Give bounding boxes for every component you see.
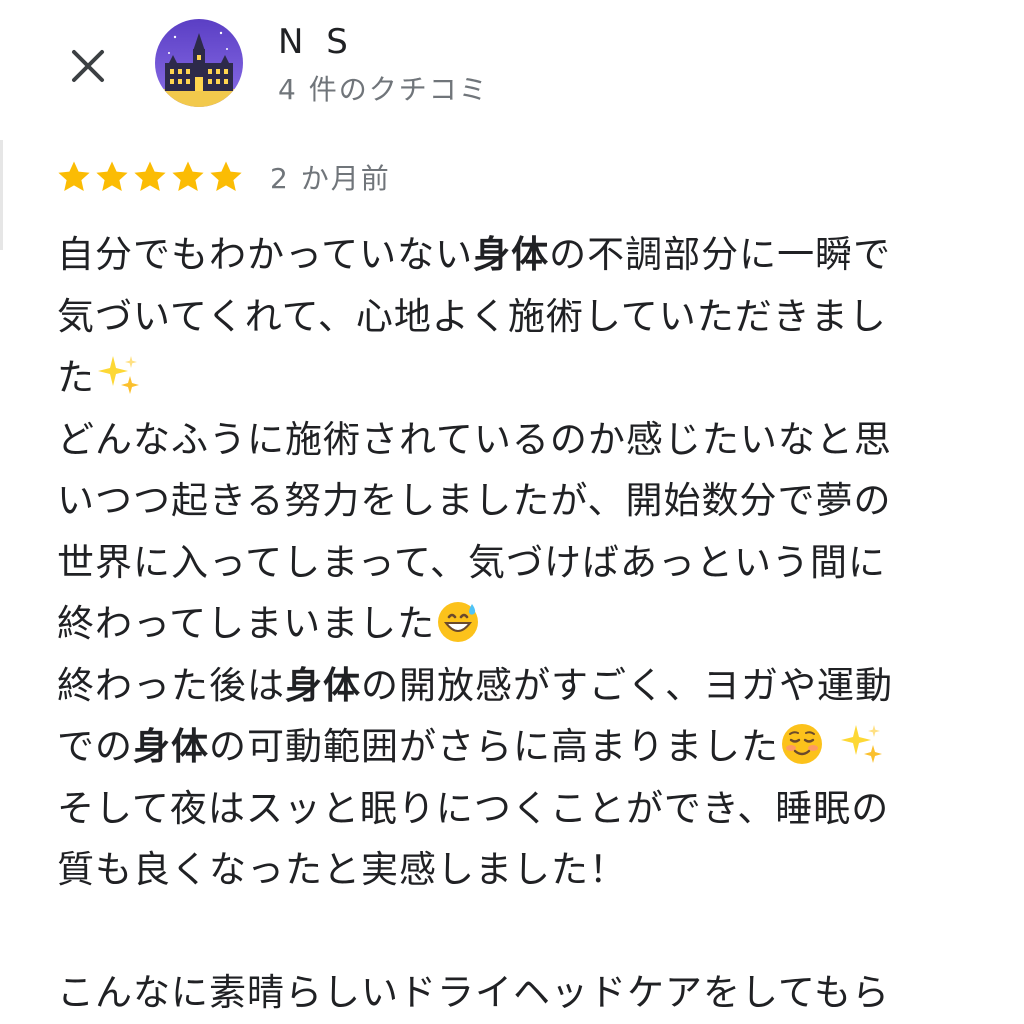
review-line: 気づいてくれて、心地よく施術していただきまし	[57, 286, 977, 348]
review-text-segment: の可動範囲がさらに高まりました	[209, 725, 779, 768]
review-text-segment: た	[57, 356, 95, 399]
bold-keyword: 身体	[285, 663, 361, 707]
star-icon	[170, 159, 206, 195]
review-text-segment: 終わった後は	[57, 663, 285, 707]
review-text-segment: どんなふうに施術されているのか感じたいなと思	[57, 417, 892, 461]
review-text-segment: 終わってしまいました	[57, 602, 436, 645]
rating-row: 2 か月前	[56, 155, 391, 199]
avatar[interactable]	[155, 19, 243, 107]
smiling-face-icon	[779, 724, 825, 768]
review-text-segment: 質も良くなったと実感しました！	[57, 848, 627, 891]
review-line: 質も良くなったと実感しました！	[57, 839, 977, 901]
review-text-segment: 世界に入ってしまって、気づけばあっという間に	[57, 540, 886, 584]
review-text-segment: こんなに素晴らしいドライヘッドケアをしてもら	[57, 971, 891, 1014]
sparkles-icon	[838, 725, 884, 768]
review-text-segment: 自分でもわかっていない	[57, 233, 474, 276]
bold-keyword: 身体	[133, 725, 209, 768]
edge-divider	[0, 140, 3, 250]
star-icon	[132, 159, 168, 195]
review-line: どんなふうに施術されているのか感じたいなと思	[57, 409, 977, 471]
review-line: そして夜はスッと眠りにつくことができ、睡眠の	[57, 778, 977, 840]
review-line: こんなに素晴らしいドライヘッドケアをしてもら	[57, 962, 977, 1024]
review-line: 世界に入ってしまって、気づけばあっという間に	[57, 532, 977, 594]
review-line: での身体の可動範囲がさらに高まりました	[57, 716, 977, 778]
review-text-segment: の不調部分に一瞬で	[549, 233, 892, 276]
star-icon	[56, 159, 92, 195]
review-text-segment: いつつ起きる努力をしましたが、開始数分で夢の	[57, 479, 892, 522]
review-line	[57, 901, 977, 963]
star-rating	[56, 159, 244, 195]
close-button[interactable]	[60, 40, 116, 96]
star-icon	[208, 159, 244, 195]
review-text-segment: での	[57, 725, 133, 768]
review-line: 終わった後は身体の開放感がすごく、ヨガや運動	[57, 655, 977, 717]
review-text-segment: の開放感がすごく、ヨガや運動	[361, 663, 893, 707]
review-text-segment	[825, 725, 838, 768]
star-icon	[94, 159, 130, 195]
review-line: た	[57, 347, 977, 409]
review-text-segment: そして夜はスッと眠りにつくことができ、睡眠の	[57, 786, 890, 830]
bold-keyword: 身体	[473, 233, 550, 276]
sparkles-icon	[95, 356, 141, 399]
review-count: 4 件のクチコミ	[278, 73, 489, 106]
review-text: 自分でもわかっていない身体の不調部分に一瞬で 気づいてくれて、心地よく施術していた…	[57, 224, 977, 1024]
review-line: いつつ起きる努力をしましたが、開始数分で夢の	[57, 470, 977, 532]
review-line: 自分でもわかっていない身体の不調部分に一瞬で	[57, 224, 977, 286]
review-line: 終わってしまいました	[57, 593, 977, 655]
close-icon	[66, 44, 110, 92]
review-date: 2 か月前	[270, 162, 391, 195]
review-text-segment: 気づいてくれて、心地よく施術していただきまし	[57, 294, 887, 338]
reviewer-name[interactable]: N S	[278, 22, 354, 62]
grinning-sweat-icon	[435, 602, 481, 645]
